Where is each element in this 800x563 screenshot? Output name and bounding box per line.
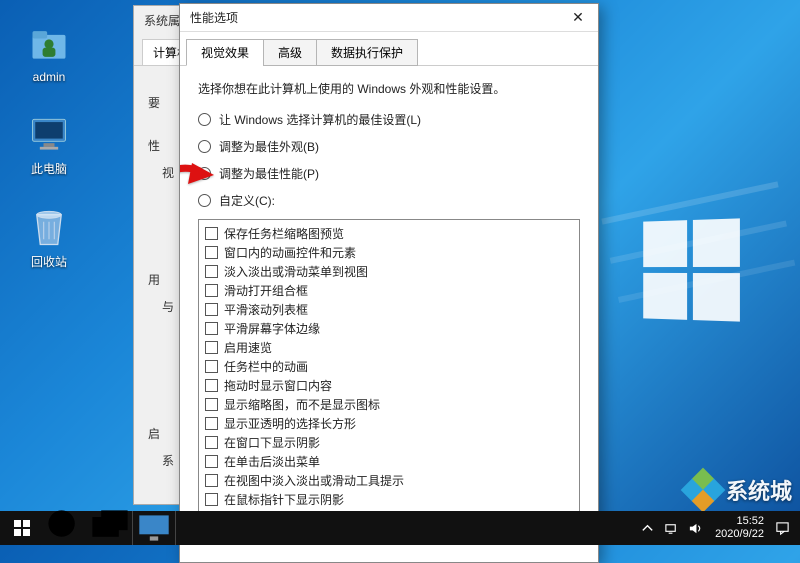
desktop-icon-label: admin [14, 70, 84, 84]
watermark: 系统城 [686, 473, 792, 507]
tray-network[interactable] [659, 521, 683, 536]
radio-icon [198, 194, 211, 207]
recycle-bin-icon [25, 203, 73, 251]
tab-advanced[interactable]: 高级 [263, 39, 317, 66]
wallpaper-windows-logo [643, 218, 740, 321]
checkbox-icon [205, 265, 218, 278]
search-icon [44, 506, 88, 550]
list-item[interactable]: 保存任务栏缩略图预览 [205, 224, 573, 243]
close-button[interactable]: ✕ [558, 4, 598, 32]
taskbar-clock[interactable]: 15:52 2020/9/22 [707, 515, 772, 541]
list-item[interactable]: 任务栏中的动画 [205, 357, 573, 376]
tab-bar: 视觉效果 高级 数据执行保护 [180, 32, 598, 66]
checkbox-icon [205, 493, 218, 506]
checkbox-icon [205, 360, 218, 373]
radio-icon [198, 113, 211, 126]
computer-icon [25, 110, 73, 158]
checkbox-icon [205, 246, 218, 259]
radio-icon [198, 140, 211, 153]
desktop-icons: admin 此电脑 回收站 [14, 20, 84, 270]
desktop-icon-this-pc[interactable]: 此电脑 [14, 110, 84, 177]
list-item[interactable]: 在视图中淡入淡出或滑动工具提示 [205, 471, 573, 490]
tray-volume[interactable] [683, 521, 707, 536]
action-center-button[interactable] [772, 521, 792, 536]
description-text: 选择你想在此计算机上使用的 Windows 外观和性能设置。 [198, 80, 580, 97]
list-item[interactable]: 在窗口下显示阴影 [205, 433, 573, 452]
dialog-title: 性能选项 [190, 9, 238, 26]
checkbox-icon [205, 322, 218, 335]
windows-logo-icon [14, 520, 30, 536]
list-item[interactable]: 显示亚透明的选择长方形 [205, 414, 573, 433]
tray-chevron-up[interactable] [635, 521, 659, 536]
list-item[interactable]: 平滑滚动列表框 [205, 300, 573, 319]
list-item[interactable]: 平滑屏幕字体边缘 [205, 319, 573, 338]
radio-best-performance[interactable]: 调整为最佳性能(P) [198, 165, 580, 182]
task-view-button[interactable] [88, 511, 132, 545]
network-icon [664, 521, 679, 536]
checkbox-icon [205, 436, 218, 449]
titlebar[interactable]: 性能选项 ✕ [180, 4, 598, 32]
radio-best-appearance[interactable]: 调整为最佳外观(B) [198, 138, 580, 155]
radio-custom[interactable]: 自定义(C): [198, 192, 580, 209]
list-item[interactable]: 启用速览 [205, 338, 573, 357]
checkbox-icon [205, 341, 218, 354]
list-item[interactable]: 显示缩略图，而不是显示图标 [205, 395, 573, 414]
checkbox-icon [205, 379, 218, 392]
checkbox-icon [205, 303, 218, 316]
taskbar-app-sysprops[interactable] [132, 511, 176, 545]
list-item[interactable]: 淡入淡出或滑动菜单到视图 [205, 262, 573, 281]
monitor-icon [133, 507, 175, 549]
desktop-icon-recycle-bin[interactable]: 回收站 [14, 203, 84, 270]
taskbar: 15:52 2020/9/22 [0, 511, 800, 545]
desktop-icon-admin[interactable]: admin [14, 20, 84, 84]
notification-icon [775, 521, 790, 536]
checkbox-icon [205, 227, 218, 240]
radio-let-windows-choose[interactable]: 让 Windows 选择计算机的最佳设置(L) [198, 111, 580, 128]
task-view-icon [88, 506, 132, 550]
desktop-icon-label: 回收站 [14, 253, 84, 270]
checkbox-icon [205, 284, 218, 297]
list-item[interactable]: 窗口内的动画控件和元素 [205, 243, 573, 262]
visual-effects-checklist[interactable]: 保存任务栏缩略图预览 窗口内的动画控件和元素 淡入淡出或滑动菜单到视图 滑动打开… [198, 219, 580, 515]
clock-time: 15:52 [715, 515, 764, 528]
search-button[interactable] [44, 511, 88, 545]
list-item[interactable]: 在单击后淡出菜单 [205, 452, 573, 471]
tab-visual-effects[interactable]: 视觉效果 [186, 39, 264, 66]
checkbox-icon [205, 455, 218, 468]
checkbox-icon [205, 474, 218, 487]
list-item[interactable]: 在鼠标指针下显示阴影 [205, 490, 573, 509]
clock-date: 2020/9/22 [715, 528, 764, 541]
close-icon: ✕ [572, 9, 584, 26]
list-item[interactable]: 滑动打开组合框 [205, 281, 573, 300]
chevron-up-icon [640, 521, 655, 536]
checkbox-icon [205, 398, 218, 411]
performance-options-dialog: 性能选项 ✕ 视觉效果 高级 数据执行保护 选择你想在此计算机上使用的 Wind… [179, 3, 599, 563]
watermark-text: 系统城 [726, 474, 792, 506]
list-item[interactable]: 拖动时显示窗口内容 [205, 376, 573, 395]
watermark-logo-icon [686, 473, 720, 507]
radio-group-performance: 让 Windows 选择计算机的最佳设置(L) 调整为最佳外观(B) 调整为最佳… [198, 111, 580, 209]
desktop-icon-label: 此电脑 [14, 160, 84, 177]
user-folder-icon [25, 20, 73, 68]
checkbox-icon [205, 417, 218, 430]
volume-icon [688, 521, 703, 536]
start-button[interactable] [0, 511, 44, 545]
tab-dep[interactable]: 数据执行保护 [316, 39, 418, 66]
radio-icon [198, 167, 211, 180]
